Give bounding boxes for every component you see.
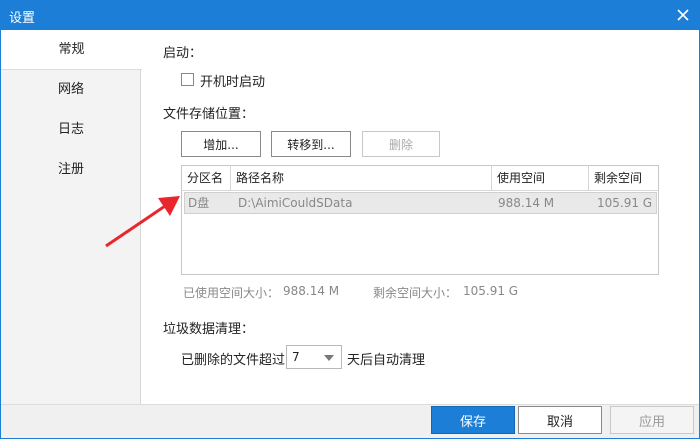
table-row[interactable]: D盘 D:\AimiCouldSData 988.14 M 105.91 G: [184, 192, 657, 214]
free-space-label: 剩余空间大小：: [373, 286, 458, 300]
sidebar-item-register[interactable]: 注册: [1, 150, 141, 190]
add-location-button[interactable]: 增加...: [181, 131, 261, 157]
close-icon: [677, 9, 689, 21]
storage-section-label: 文件存储位置：: [163, 107, 255, 122]
move-location-button[interactable]: 转移到...: [271, 131, 351, 157]
cleanup-days-value: 7: [292, 350, 300, 364]
startup-checkbox-label[interactable]: 开机时启动: [200, 71, 265, 90]
cancel-button[interactable]: 取消: [518, 406, 602, 434]
sidebar-item-network[interactable]: 网络: [1, 70, 141, 110]
apply-button[interactable]: 应用: [610, 406, 694, 434]
column-header-free[interactable]: 剩余空间: [589, 166, 658, 191]
used-space-value: 988.14 M: [283, 284, 340, 298]
close-button[interactable]: [672, 4, 694, 26]
sidebar-item-log[interactable]: 日志: [1, 110, 141, 150]
startup-checkbox[interactable]: [181, 73, 194, 86]
table-header: 分区名 路径名称 使用空间 剩余空间: [182, 166, 658, 191]
title-bar: 设置: [0, 0, 700, 30]
cell-path: D:\AimiCouldSData: [238, 196, 353, 210]
cleanup-section-label: 垃圾数据清理：: [163, 322, 255, 337]
window-title: 设置: [9, 11, 36, 26]
cleanup-days-select[interactable]: 7: [286, 345, 342, 369]
free-space-value: 105.91 G: [463, 284, 519, 298]
delete-location-button[interactable]: 删除: [362, 131, 440, 157]
used-space-label: 已使用空间大小：: [183, 286, 280, 300]
storage-table: 分区名 路径名称 使用空间 剩余空间 D盘 D:\AimiCouldSData …: [181, 165, 659, 275]
startup-section-label: 启动：: [163, 46, 203, 61]
annotation-arrow-icon: [105, 196, 180, 248]
column-header-used[interactable]: 使用空间: [492, 166, 589, 191]
cleanup-suffix-label: 天后自动清理: [347, 353, 426, 368]
save-button[interactable]: 保存: [431, 406, 515, 434]
cell-used: 988.14 M: [498, 196, 555, 210]
cell-free: 105.91 G: [597, 196, 653, 210]
sidebar-item-general[interactable]: 常规: [1, 30, 142, 70]
chevron-down-icon: [324, 355, 334, 361]
cleanup-prefix-label: 已删除的文件超过: [181, 353, 286, 368]
column-header-partition[interactable]: 分区名: [182, 166, 231, 191]
column-header-path[interactable]: 路径名称: [231, 166, 492, 191]
